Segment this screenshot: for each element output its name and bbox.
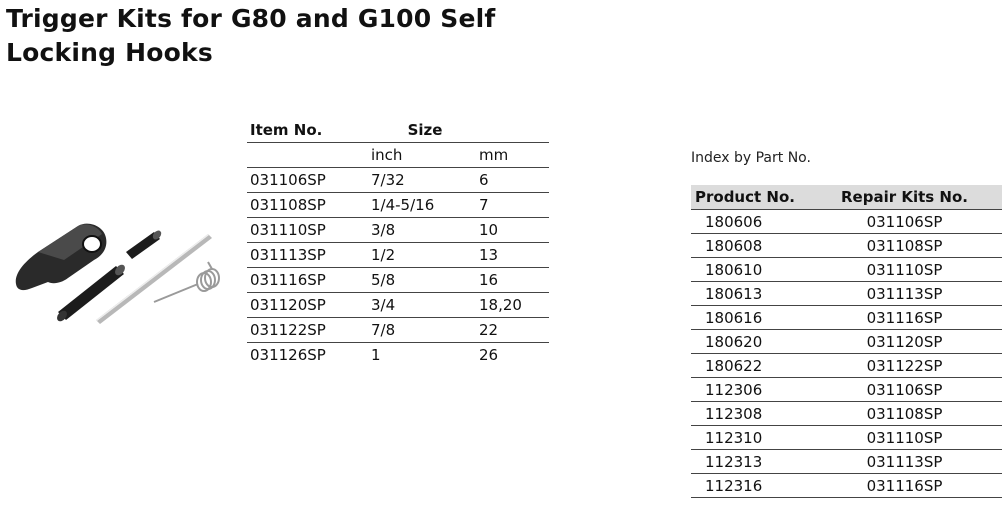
- table-row: 031116SP 5/8 16: [247, 268, 549, 293]
- table-row: 112308 031108SP: [691, 402, 1002, 426]
- repair-kit-cell: 031113SP: [866, 452, 943, 471]
- item-no-cell: 031106SP: [250, 171, 326, 189]
- index-caption: Index by Part No.: [691, 150, 811, 166]
- item-no-cell: 031126SP: [250, 346, 326, 364]
- table-header: Item No. Size: [247, 118, 549, 143]
- repair-kit-cell: 031116SP: [866, 308, 943, 327]
- table-row: 180606 031106SP: [691, 210, 1002, 234]
- mm-cell: 26: [479, 346, 499, 364]
- header-inch: inch: [371, 146, 403, 164]
- repair-kit-cell: 031120SP: [866, 332, 943, 351]
- inch-cell: 7/8: [371, 321, 396, 339]
- product-no-cell: 180613: [705, 284, 763, 303]
- item-size-table: Item No. Size inch mm 031106SP 7/32 6 03…: [247, 118, 549, 367]
- inch-cell: 1/4-5/16: [371, 196, 435, 214]
- table-row: 031108SP 1/4-5/16 7: [247, 193, 549, 218]
- item-no-cell: 031120SP: [250, 296, 326, 314]
- repair-kit-cell: 031110SP: [866, 428, 943, 447]
- item-no-cell: 031108SP: [250, 196, 326, 214]
- table-row: 031110SP 3/8 10: [247, 218, 549, 243]
- product-no-cell: 112313: [705, 452, 763, 471]
- mm-cell: 13: [479, 246, 499, 264]
- header-mm: mm: [479, 146, 509, 164]
- mm-cell: 22: [479, 321, 499, 339]
- table-row: 031120SP 3/4 18,20: [247, 293, 549, 318]
- repair-kit-cell: 031108SP: [866, 404, 943, 423]
- mm-cell: 10: [479, 221, 499, 239]
- mm-cell: 6: [479, 171, 489, 189]
- product-no-cell: 180610: [705, 260, 763, 279]
- item-no-cell: 031122SP: [250, 321, 326, 339]
- header-size: Size: [407, 121, 443, 139]
- product-no-cell: 112306: [705, 380, 763, 399]
- table-subheader: inch mm: [247, 143, 549, 168]
- repair-kit-cell: 031113SP: [866, 284, 943, 303]
- table-row: 180613 031113SP: [691, 282, 1002, 306]
- table-row: 180620 031120SP: [691, 330, 1002, 354]
- item-no-cell: 031113SP: [250, 246, 326, 264]
- table-row: 112306 031106SP: [691, 378, 1002, 402]
- repair-kit-cell: 031110SP: [866, 260, 943, 279]
- product-no-cell: 112316: [705, 476, 763, 495]
- table-header: Product No. Repair Kits No.: [691, 185, 1002, 210]
- repair-kit-cell: 031108SP: [866, 236, 943, 255]
- product-no-cell: 180608: [705, 236, 763, 255]
- header-product-no: Product No.: [695, 188, 795, 206]
- product-no-cell: 112308: [705, 404, 763, 423]
- header-repair-kits-no: Repair Kits No.: [841, 188, 968, 206]
- table-row: 180608 031108SP: [691, 234, 1002, 258]
- table-row: 031106SP 7/32 6: [247, 168, 549, 193]
- product-no-cell: 180606: [705, 212, 763, 231]
- product-no-cell: 112310: [705, 428, 763, 447]
- inch-cell: 3/4: [371, 296, 396, 314]
- header-item-no: Item No.: [250, 121, 323, 139]
- repair-kit-cell: 031106SP: [866, 212, 943, 231]
- page-title: Trigger Kits for G80 and G100 Self Locki…: [6, 4, 496, 67]
- repair-kit-cell: 031106SP: [866, 380, 943, 399]
- table-row: 112313 031113SP: [691, 450, 1002, 474]
- mm-cell: 16: [479, 271, 499, 289]
- product-no-cell: 180622: [705, 356, 763, 375]
- inch-cell: 1: [371, 346, 381, 364]
- inch-cell: 1/2: [371, 246, 396, 264]
- item-no-cell: 031116SP: [250, 271, 326, 289]
- table-row: 112316 031116SP: [691, 474, 1002, 498]
- table-row: 112310 031110SP: [691, 426, 1002, 450]
- product-no-cell: 180620: [705, 332, 763, 351]
- inch-cell: 5/8: [371, 271, 396, 289]
- repair-kit-cell: 031122SP: [866, 356, 943, 375]
- inch-cell: 3/8: [371, 221, 396, 239]
- table-row: 031122SP 7/8 22: [247, 318, 549, 343]
- table-row: 180622 031122SP: [691, 354, 1002, 378]
- index-table: Product No. Repair Kits No. 180606 03110…: [691, 185, 1002, 498]
- mm-cell: 18,20: [479, 296, 522, 314]
- repair-kit-cell: 031116SP: [866, 476, 943, 495]
- table-row: 031126SP 1 26: [247, 343, 549, 367]
- product-no-cell: 180616: [705, 308, 763, 327]
- inch-cell: 7/32: [371, 171, 405, 189]
- table-row: 031113SP 1/2 13: [247, 243, 549, 268]
- trigger-kit-photo: [15, 223, 220, 324]
- mm-cell: 7: [479, 196, 489, 214]
- item-no-cell: 031110SP: [250, 221, 326, 239]
- table-row: 180616 031116SP: [691, 306, 1002, 330]
- table-row: 180610 031110SP: [691, 258, 1002, 282]
